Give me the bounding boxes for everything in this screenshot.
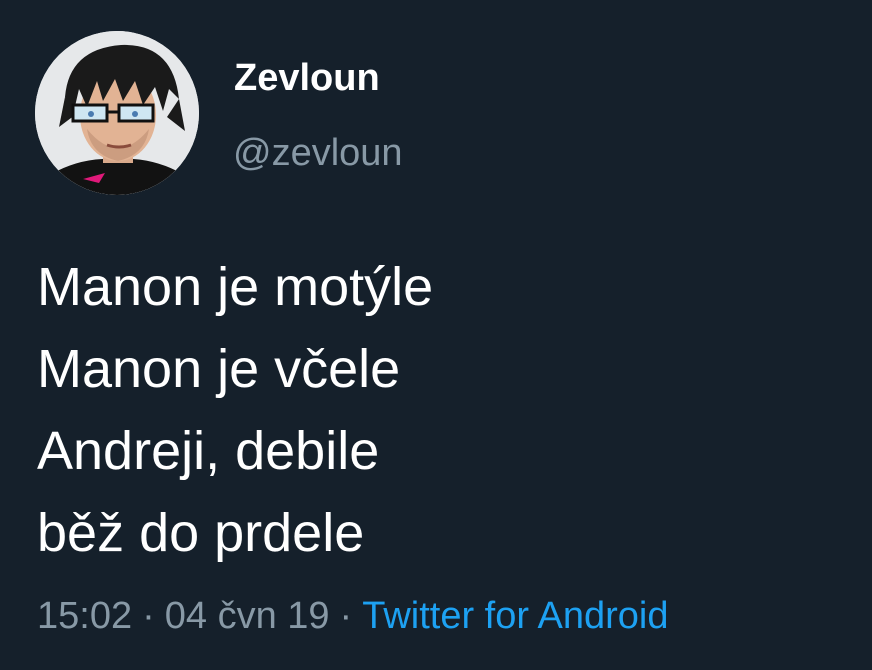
tweet-line: Manon je motýle <box>37 257 434 317</box>
meta-separator: · <box>142 595 155 637</box>
tweet-card: Zevloun @zevloun Manon je motýle Manon j… <box>0 0 872 670</box>
tweet-line: Andreji, debile <box>37 421 380 481</box>
avatar-illustration <box>35 31 199 195</box>
tweet-line: běž do prdele <box>37 503 365 563</box>
tweet-source-link[interactable]: Twitter for Android <box>362 595 668 637</box>
tweet-text: Manon je motýle Manon je včele Andreji, … <box>37 246 433 574</box>
tweet-date[interactable]: 04 čvn 19 <box>165 595 330 637</box>
user-handle[interactable]: @zevloun <box>233 129 403 177</box>
tweet-metadata: 15:02 · 04 čvn 19 · Twitter for Android <box>37 592 668 640</box>
tweet-time[interactable]: 15:02 <box>37 595 132 637</box>
display-name[interactable]: Zevloun <box>234 54 380 102</box>
avatar[interactable] <box>35 31 199 195</box>
tweet-line: Manon je včele <box>37 339 401 399</box>
meta-separator: · <box>339 595 353 637</box>
